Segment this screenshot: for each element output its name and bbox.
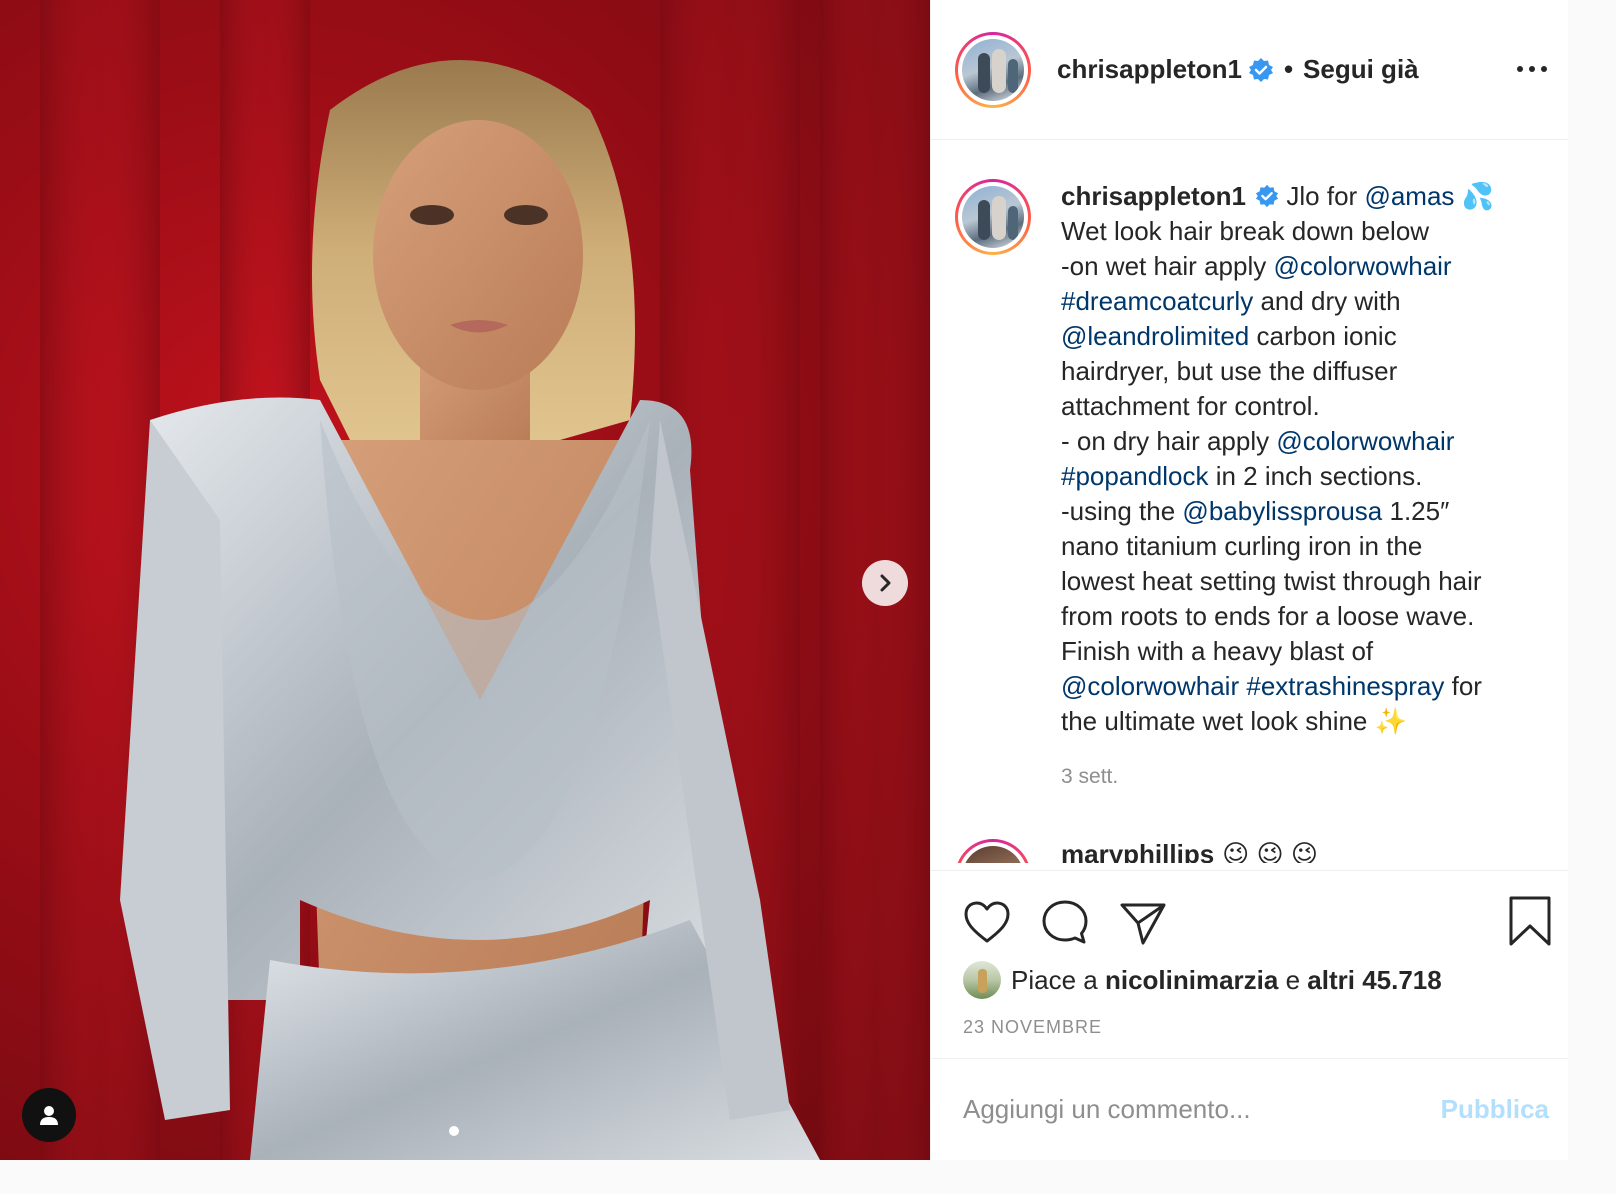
mention-link[interactable]: @babylissprousa xyxy=(1182,496,1382,526)
post-details-panel: chrisappleton1 • Segui già chrisappleton… xyxy=(930,0,1569,1160)
post-comment-button[interactable]: Pubblica xyxy=(1441,1094,1549,1125)
author-avatar[interactable] xyxy=(955,31,1031,108)
verified-badge-icon xyxy=(1256,185,1279,208)
post-date[interactable]: 23 NOVEMBRE xyxy=(963,1017,1102,1038)
mention-link[interactable]: @leandrolimited xyxy=(1061,321,1249,351)
likes-summary: Piace a nicolinimarzia e altri 45.718 xyxy=(963,961,1442,999)
verified-badge-icon xyxy=(1248,57,1273,82)
likes-count[interactable]: altri 45.718 xyxy=(1307,965,1441,996)
author-username[interactable]: chrisappleton1 xyxy=(1057,54,1242,85)
comment-icon[interactable] xyxy=(1039,897,1091,949)
commenter-avatar[interactable] xyxy=(955,839,1031,863)
add-comment-form: Pubblica xyxy=(931,1058,1569,1160)
user-tags-button[interactable] xyxy=(22,1088,76,1142)
bookmark-icon[interactable] xyxy=(1507,895,1553,947)
comments-list[interactable]: chrisappleton1 Jlo for @amas 💦 Wet look … xyxy=(931,141,1569,863)
comment-text: 😉 😉 😉 xyxy=(1222,839,1318,863)
post-actions-section: Piace a nicolinimarzia e altri 45.718 23… xyxy=(931,870,1569,1060)
chevron-right-icon xyxy=(880,574,891,592)
droplets-emoji: 💦 xyxy=(1461,181,1495,211)
caption-timestamp[interactable]: 3 sett. xyxy=(1061,759,1539,794)
caption-text: chrisappleton1 Jlo for @amas 💦 Wet look … xyxy=(1061,179,1539,794)
more-icon xyxy=(1517,66,1523,72)
hashtag-link[interactable]: #dreamcoatcurly xyxy=(1061,286,1253,316)
caption-author-avatar[interactable] xyxy=(955,179,1031,255)
liker-avatar[interactable] xyxy=(963,961,1001,999)
caption-author-username[interactable]: chrisappleton1 xyxy=(1061,181,1246,211)
carousel-indicator xyxy=(449,1126,459,1136)
hashtag-link[interactable]: #extrashinespray xyxy=(1246,671,1444,701)
mention-link[interactable]: @colorwowhair xyxy=(1061,671,1239,701)
user-tag-icon xyxy=(40,1106,58,1125)
mention-link[interactable]: @amas xyxy=(1364,181,1454,211)
post-photo[interactable] xyxy=(0,0,930,1160)
share-icon[interactable] xyxy=(1117,897,1169,949)
caption-comment: chrisappleton1 Jlo for @amas 💦 Wet look … xyxy=(955,179,1539,794)
post-image xyxy=(40,0,930,1160)
sparkles-emoji: ✨ xyxy=(1374,706,1407,736)
post-header: chrisappleton1 • Segui già xyxy=(931,0,1569,140)
comment-input[interactable] xyxy=(963,1094,1413,1125)
more-options-button[interactable] xyxy=(1517,56,1547,82)
commenter-username[interactable]: maryphillips xyxy=(1061,839,1214,863)
page-background xyxy=(1568,0,1616,1160)
page-background xyxy=(0,1160,1616,1194)
next-slide-button[interactable] xyxy=(862,560,908,606)
heart-icon[interactable] xyxy=(961,897,1013,949)
hashtag-link[interactable]: #popandlock xyxy=(1061,461,1208,491)
mention-link[interactable]: @colorwowhair xyxy=(1276,426,1454,456)
action-bar xyxy=(961,897,1195,949)
separator-dot: • xyxy=(1283,54,1294,84)
comment-item: maryphillips 😉 😉 😉 xyxy=(955,839,1318,863)
following-button[interactable]: Segui già xyxy=(1303,54,1419,85)
liker-username[interactable]: nicolinimarzia xyxy=(1105,965,1278,996)
mention-link[interactable]: @colorwowhair xyxy=(1273,251,1451,281)
